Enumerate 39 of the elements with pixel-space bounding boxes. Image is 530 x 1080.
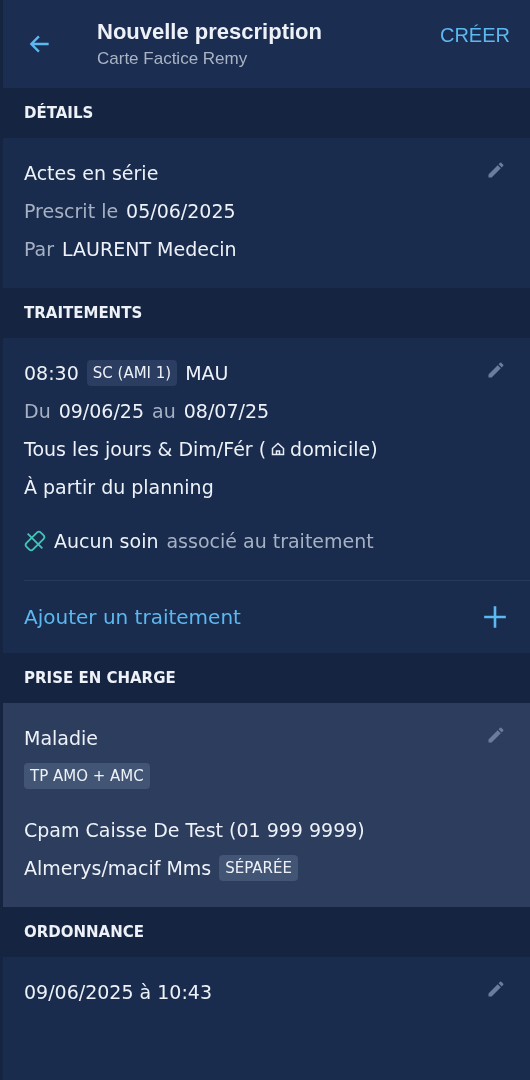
house-icon — [270, 441, 287, 457]
create-button[interactable]: CRÉER — [440, 19, 510, 51]
text: 08:30 — [24, 362, 79, 384]
screen-title: Nouvelle prescription — [97, 19, 323, 45]
patient-name: Carte Factice Remy — [97, 49, 249, 69]
text: Almerys/macif Mms — [24, 857, 212, 879]
text: au — [152, 400, 176, 422]
text: 05/06/2025 — [126, 200, 236, 222]
plus-icon[interactable] — [482, 604, 508, 630]
text: LAURENT Medecin — [62, 238, 237, 260]
text: Aucun soin — [54, 530, 159, 552]
text: Actes en série — [24, 162, 159, 184]
text: domicile) — [290, 438, 378, 460]
section-heading: DÉTAILS — [24, 104, 94, 122]
section-heading: TRAITEMENTS — [24, 304, 143, 322]
edit-pencil-icon[interactable] — [486, 979, 506, 999]
bandage-icon — [24, 530, 46, 552]
edit-pencil-icon[interactable] — [486, 360, 506, 380]
edit-pencil-icon[interactable] — [486, 725, 506, 745]
text: MAU — [185, 362, 229, 384]
text: associé au traitement — [166, 530, 374, 552]
tag: TP AMO + AMC — [24, 763, 150, 789]
tag: SÉPARÉE — [219, 855, 298, 881]
text: Prescrit le — [24, 200, 119, 222]
text: Tous les jours & Dim/Fér ( — [24, 438, 267, 460]
text: Du — [24, 400, 51, 422]
section-heading: PRISE EN CHARGE — [24, 669, 176, 687]
section-heading: ORDONNANCE — [24, 923, 145, 941]
card-background[interactable]: Maladie TP AMO + AMC Cpam Caisse De Test (01 999 9999) Almerys/macif Mms SÉPARÉE — [3, 703, 530, 907]
add-treatment-link[interactable]: Ajouter un traitement — [24, 605, 241, 629]
tag: SC (AMI 1) — [86, 360, 178, 386]
text: 09/06/25 — [58, 400, 145, 422]
text: Maladie — [24, 727, 98, 749]
text: 08/07/25 — [183, 400, 270, 422]
edit-pencil-icon[interactable] — [486, 160, 506, 180]
text: Cpam Caisse De Test (01 999 9999) — [24, 819, 365, 841]
text: Par — [24, 238, 55, 260]
text: À partir du planning — [24, 476, 214, 498]
text: 09/06/2025 à 10:43 — [24, 981, 212, 1003]
